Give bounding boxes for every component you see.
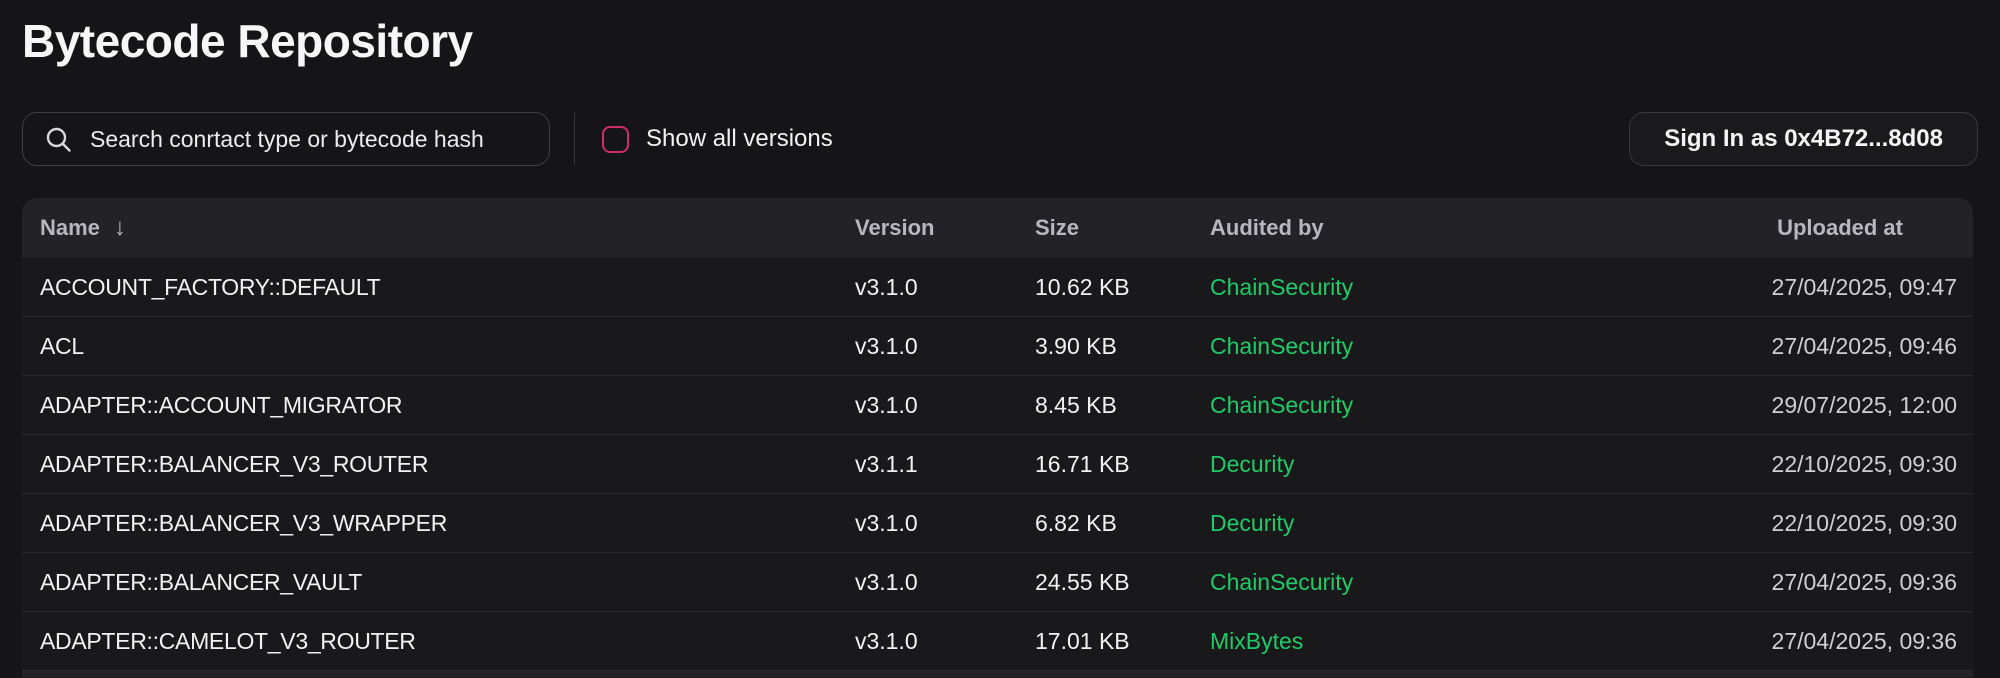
- cell-size: 8.45 KB: [1017, 392, 1192, 419]
- cell-audited-by: ChainSecurity: [1192, 333, 1582, 360]
- bytecode-table: Name ↓ Version Size Audited by Uploaded …: [22, 198, 1973, 678]
- column-header-size[interactable]: Size: [1017, 215, 1192, 241]
- cell-uploaded-at: 22/10/2025, 09:30: [1582, 451, 1973, 478]
- cell-version: v3.1.0: [837, 333, 1017, 360]
- cell-name: ADAPTER::BALANCER_V3_ROUTER: [22, 451, 837, 478]
- show-all-versions-label: Show all versions: [646, 125, 833, 153]
- cell-version: v3.1.0: [837, 392, 1017, 419]
- toolbar-divider: [574, 113, 575, 165]
- cell-uploaded-at: 22/10/2025, 09:30: [1582, 510, 1973, 537]
- sort-descending-icon[interactable]: ↓: [114, 214, 126, 242]
- cell-version: v3.1.1: [837, 451, 1017, 478]
- show-all-versions-checkbox[interactable]: [602, 126, 629, 153]
- table-row[interactable]: ACCOUNT_FACTORY::DEFAULT v3.1.0 10.62 KB…: [22, 258, 1973, 317]
- cell-size: 6.82 KB: [1017, 510, 1192, 537]
- toolbar: Show all versions Sign In as 0x4B72...8d…: [22, 112, 1978, 166]
- cell-audited-by: Decurity: [1192, 451, 1582, 478]
- cell-name: ACL: [22, 333, 837, 360]
- cell-name: ADAPTER::BALANCER_V3_WRAPPER: [22, 510, 837, 537]
- table-row[interactable]: ADAPTER::ACCOUNT_MIGRATOR v3.1.0 8.45 KB…: [22, 376, 1973, 435]
- cell-size: 10.62 KB: [1017, 274, 1192, 301]
- cell-version: v3.1.0: [837, 510, 1017, 537]
- cell-uploaded-at: 27/04/2025, 09:36: [1582, 628, 1973, 655]
- cell-uploaded-at: 27/04/2025, 09:46: [1582, 333, 1973, 360]
- cell-audited-by: ChainSecurity: [1192, 569, 1582, 596]
- cell-version: v3.1.0: [837, 569, 1017, 596]
- cell-size: 16.71 KB: [1017, 451, 1192, 478]
- cell-size: 3.90 KB: [1017, 333, 1192, 360]
- table-row[interactable]: ADAPTER::BALANCER_VAULT v3.1.0 24.55 KB …: [22, 553, 1973, 612]
- cell-name: ADAPTER::ACCOUNT_MIGRATOR: [22, 392, 837, 419]
- cell-size: 24.55 KB: [1017, 569, 1192, 596]
- table-row[interactable]: ADAPTER::BALANCER_V3_ROUTER v3.1.1 16.71…: [22, 435, 1973, 494]
- cell-version: v3.1.0: [837, 274, 1017, 301]
- search-icon: [45, 126, 72, 153]
- cell-version: v3.1.0: [837, 628, 1017, 655]
- column-header-audited-by[interactable]: Audited by: [1192, 215, 1582, 241]
- column-header-uploaded-at[interactable]: Uploaded at: [1582, 215, 1973, 241]
- page-title: Bytecode Repository: [22, 14, 473, 68]
- search-input[interactable]: [90, 126, 531, 153]
- cell-uploaded-at: 29/07/2025, 12:00: [1582, 392, 1973, 419]
- table-row[interactable]: ACL v3.1.0 3.90 KB ChainSecurity 27/04/2…: [22, 317, 1973, 376]
- column-header-name[interactable]: Name ↓: [22, 214, 837, 242]
- bytecode-repository-page: Bytecode Repository Show all versions Si…: [0, 0, 2000, 678]
- cell-name: ADAPTER::BALANCER_VAULT: [22, 569, 837, 596]
- cell-audited-by: ChainSecurity: [1192, 274, 1582, 301]
- table-body: ACCOUNT_FACTORY::DEFAULT v3.1.0 10.62 KB…: [22, 258, 1973, 671]
- cell-audited-by: MixBytes: [1192, 628, 1582, 655]
- table-row[interactable]: ADAPTER::CAMELOT_V3_ROUTER v3.1.0 17.01 …: [22, 612, 1973, 671]
- cell-name: ADAPTER::CAMELOT_V3_ROUTER: [22, 628, 837, 655]
- cell-name: ACCOUNT_FACTORY::DEFAULT: [22, 274, 837, 301]
- cell-audited-by: Decurity: [1192, 510, 1582, 537]
- cell-audited-by: ChainSecurity: [1192, 392, 1582, 419]
- cell-uploaded-at: 27/04/2025, 09:36: [1582, 569, 1973, 596]
- column-header-version[interactable]: Version: [837, 215, 1017, 241]
- table-header-row: Name ↓ Version Size Audited by Uploaded …: [22, 198, 1973, 258]
- show-all-versions-toggle[interactable]: Show all versions: [602, 125, 833, 153]
- search-box[interactable]: [22, 112, 550, 166]
- partially-visible-next-row: [22, 671, 1973, 677]
- cell-size: 17.01 KB: [1017, 628, 1192, 655]
- table-row[interactable]: ADAPTER::BALANCER_V3_WRAPPER v3.1.0 6.82…: [22, 494, 1973, 553]
- cell-uploaded-at: 27/04/2025, 09:47: [1582, 274, 1973, 301]
- sign-in-button[interactable]: Sign In as 0x4B72...8d08: [1629, 112, 1978, 166]
